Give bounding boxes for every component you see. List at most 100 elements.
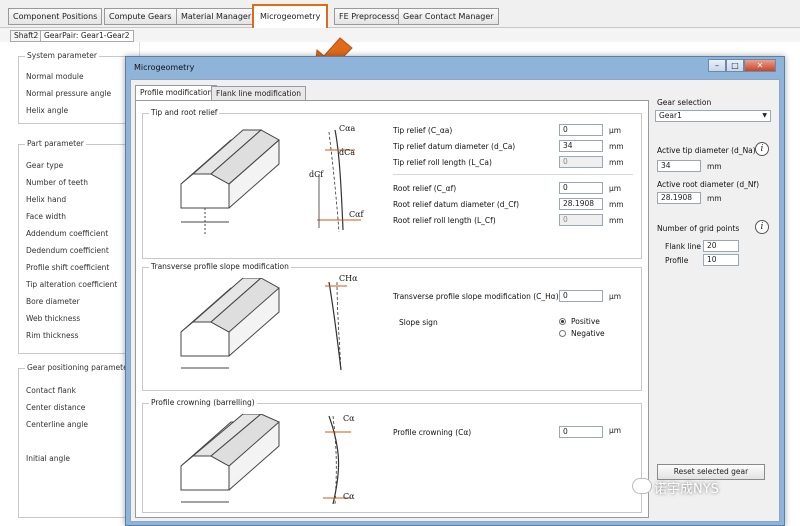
grid-points-label: Number of grid points bbox=[657, 224, 740, 233]
root-relief-datum-unit: mm bbox=[609, 200, 624, 209]
profile-crowning-input[interactable]: 0 bbox=[559, 426, 603, 438]
main-tab-bar: Component Positions Compute Gears Materi… bbox=[0, 0, 800, 30]
negative-radio[interactable] bbox=[559, 330, 566, 337]
active-root-label: Active root diameter (d_Nf) bbox=[657, 180, 760, 189]
profile-grid-input[interactable]: 10 bbox=[703, 254, 739, 266]
active-tip-label: Active tip diameter (d_Na) bbox=[657, 146, 756, 155]
dialog-titlebar[interactable]: Microgeometry – □ ✕ bbox=[126, 57, 784, 79]
negative-radio-label: Negative bbox=[571, 329, 605, 338]
maximize-button[interactable]: □ bbox=[726, 59, 744, 72]
tab-component-positions[interactable]: Component Positions bbox=[8, 8, 103, 25]
label-normal-module: Normal module bbox=[26, 72, 84, 81]
diagram-label-c-h-alpha: CHα bbox=[339, 274, 358, 283]
slope-profile-diagram-icon bbox=[325, 281, 347, 371]
watermark-text: 诺宇成NYS bbox=[654, 482, 719, 497]
tip-relief-datum-input[interactable]: 34 bbox=[559, 140, 603, 152]
label-tip-alteration-coefficient: Tip alteration coefficient bbox=[26, 280, 118, 289]
root-relief-unit: µm bbox=[609, 184, 622, 193]
info-icon[interactable]: i bbox=[755, 142, 769, 156]
tip-root-relief-title: Tip and root relief bbox=[149, 108, 220, 117]
label-bore-diameter: Bore diameter bbox=[26, 297, 80, 306]
label-face-width: Face width bbox=[26, 212, 67, 221]
flank-line-input[interactable]: 20 bbox=[703, 240, 739, 252]
transverse-slope-section: Transverse profile slope modification CH… bbox=[142, 262, 642, 391]
diagram-label-c-alpha-f: Cαf bbox=[349, 210, 364, 219]
root-relief-datum-input[interactable]: 28.1908 bbox=[559, 198, 603, 210]
active-tip-input[interactable]: 34 bbox=[657, 160, 701, 172]
dialog-body: Profile modification Flank line modifica… bbox=[130, 79, 780, 522]
root-relief-roll-label: Root relief roll length (L_Cf) bbox=[393, 216, 496, 225]
active-tip-unit: mm bbox=[707, 162, 722, 171]
tooth-diagram-icon bbox=[180, 129, 280, 234]
diagram-label-d-cf: dCf bbox=[309, 170, 324, 179]
transverse-slope-title: Transverse profile slope modification bbox=[149, 262, 291, 271]
diagram-label-crowning-bottom: Cα bbox=[343, 492, 355, 501]
label-dedendum-coefficient: Dedendum coefficient bbox=[26, 246, 109, 255]
tab-gear-contact-manager[interactable]: Gear Contact Manager bbox=[398, 8, 499, 25]
chevron-down-icon: ▼ bbox=[762, 112, 767, 119]
positive-radio-label: Positive bbox=[571, 317, 600, 326]
gear-selection-dropdown[interactable]: Gear1 ▼ bbox=[655, 110, 771, 122]
profile-modification-page: Tip and root relief Cαa dCa dCf Cαf Tip … bbox=[135, 100, 649, 518]
label-center-distance: Center distance bbox=[26, 403, 86, 412]
tip-relief-unit: µm bbox=[609, 126, 622, 135]
close-button[interactable]: ✕ bbox=[744, 59, 776, 72]
transverse-slope-input[interactable]: 0 bbox=[559, 290, 603, 302]
subtab-gearpair[interactable]: GearPair: Gear1-Gear2 bbox=[40, 30, 134, 42]
tip-relief-label: Tip relief (C_αa) bbox=[393, 126, 453, 135]
root-relief-roll-input[interactable]: 0 bbox=[559, 214, 603, 226]
root-relief-label: Root relief (C_αf) bbox=[393, 184, 457, 193]
gear-selection-label: Gear selection bbox=[657, 98, 712, 107]
diagram-label-crowning-top: Cα bbox=[343, 414, 355, 423]
gear-selection-value: Gear1 bbox=[659, 111, 682, 120]
label-helix-hand: Helix hand bbox=[26, 195, 67, 204]
tip-root-profile-diagram-icon bbox=[317, 129, 361, 233]
flank-line-label: Flank line bbox=[665, 242, 702, 251]
minimize-button[interactable]: – bbox=[708, 59, 726, 72]
dialog-title: Microgeometry bbox=[134, 63, 195, 72]
diagram-label-d-ca: dCa bbox=[339, 148, 356, 157]
tab-material-manager[interactable]: Material Manager bbox=[176, 8, 257, 25]
tab-fe-preprocessor[interactable]: FE Preprocessor bbox=[334, 8, 408, 25]
tab-compute-gears[interactable]: Compute Gears bbox=[104, 8, 177, 25]
tip-relief-roll-input[interactable]: 0 bbox=[559, 156, 603, 168]
tab-profile-modification[interactable]: Profile modification bbox=[135, 85, 218, 101]
background-parameter-panel: System parameter Normal module Normal pr… bbox=[0, 42, 140, 526]
tip-relief-input[interactable]: 0 bbox=[559, 124, 603, 136]
tab-microgeometry[interactable]: Microgeometry bbox=[252, 4, 329, 30]
part-parameter-title: Part parameter bbox=[25, 139, 86, 148]
tip-relief-roll-label: Tip relief roll length (L_Ca) bbox=[393, 158, 492, 167]
tip-relief-datum-label: Tip relief datum diameter (d_Ca) bbox=[393, 142, 516, 151]
label-gear-type: Gear type bbox=[26, 161, 64, 170]
diagram-label-c-alpha-a: Cαa bbox=[339, 124, 356, 133]
profile-crowning-section: Profile crowning (barrelling) Cα Cα Prof… bbox=[142, 398, 642, 513]
label-web-thickness: Web thickness bbox=[26, 314, 81, 323]
label-profile-shift-coefficient: Profile shift coefficient bbox=[26, 263, 110, 272]
relief-separator bbox=[393, 174, 633, 175]
root-relief-input[interactable]: 0 bbox=[559, 182, 603, 194]
label-rim-thickness: Rim thickness bbox=[26, 331, 79, 340]
label-addendum-coefficient: Addendum coefficient bbox=[26, 229, 109, 238]
tip-root-relief-section: Tip and root relief Cαa dCa dCf Cαf Tip … bbox=[142, 108, 642, 259]
label-initial-angle: Initial angle bbox=[26, 454, 70, 463]
root-relief-roll-unit: mm bbox=[609, 216, 624, 225]
label-number-of-teeth: Number of teeth bbox=[26, 178, 88, 187]
microgeometry-dialog: Microgeometry – □ ✕ Profile modification… bbox=[125, 56, 785, 526]
chat-logo-icon bbox=[632, 478, 652, 494]
tooth-diagram-slope-icon bbox=[180, 278, 280, 369]
gear-positioning-title: Gear positioning parameter bbox=[25, 363, 133, 372]
tab-flank-line-modification[interactable]: Flank line modification bbox=[211, 86, 306, 100]
profile-crowning-title: Profile crowning (barrelling) bbox=[149, 398, 257, 407]
root-relief-datum-label: Root relief datum diameter (d_Cf) bbox=[393, 200, 520, 209]
subtab-shaft2[interactable]: Shaft2 bbox=[10, 30, 43, 42]
profile-grid-label: Profile bbox=[665, 256, 689, 265]
positive-radio[interactable] bbox=[559, 318, 566, 325]
system-parameter-title: System parameter bbox=[25, 51, 99, 60]
label-centerline-angle: Centerline angle bbox=[26, 420, 88, 429]
info-icon[interactable]: i bbox=[755, 220, 769, 234]
active-root-unit: mm bbox=[707, 194, 722, 203]
window-buttons: – □ ✕ bbox=[708, 59, 776, 73]
transverse-slope-label: Transverse profile slope modification (C… bbox=[393, 292, 559, 301]
label-contact-flank: Contact flank bbox=[26, 386, 76, 395]
active-root-input[interactable]: 28.1908 bbox=[657, 192, 701, 204]
